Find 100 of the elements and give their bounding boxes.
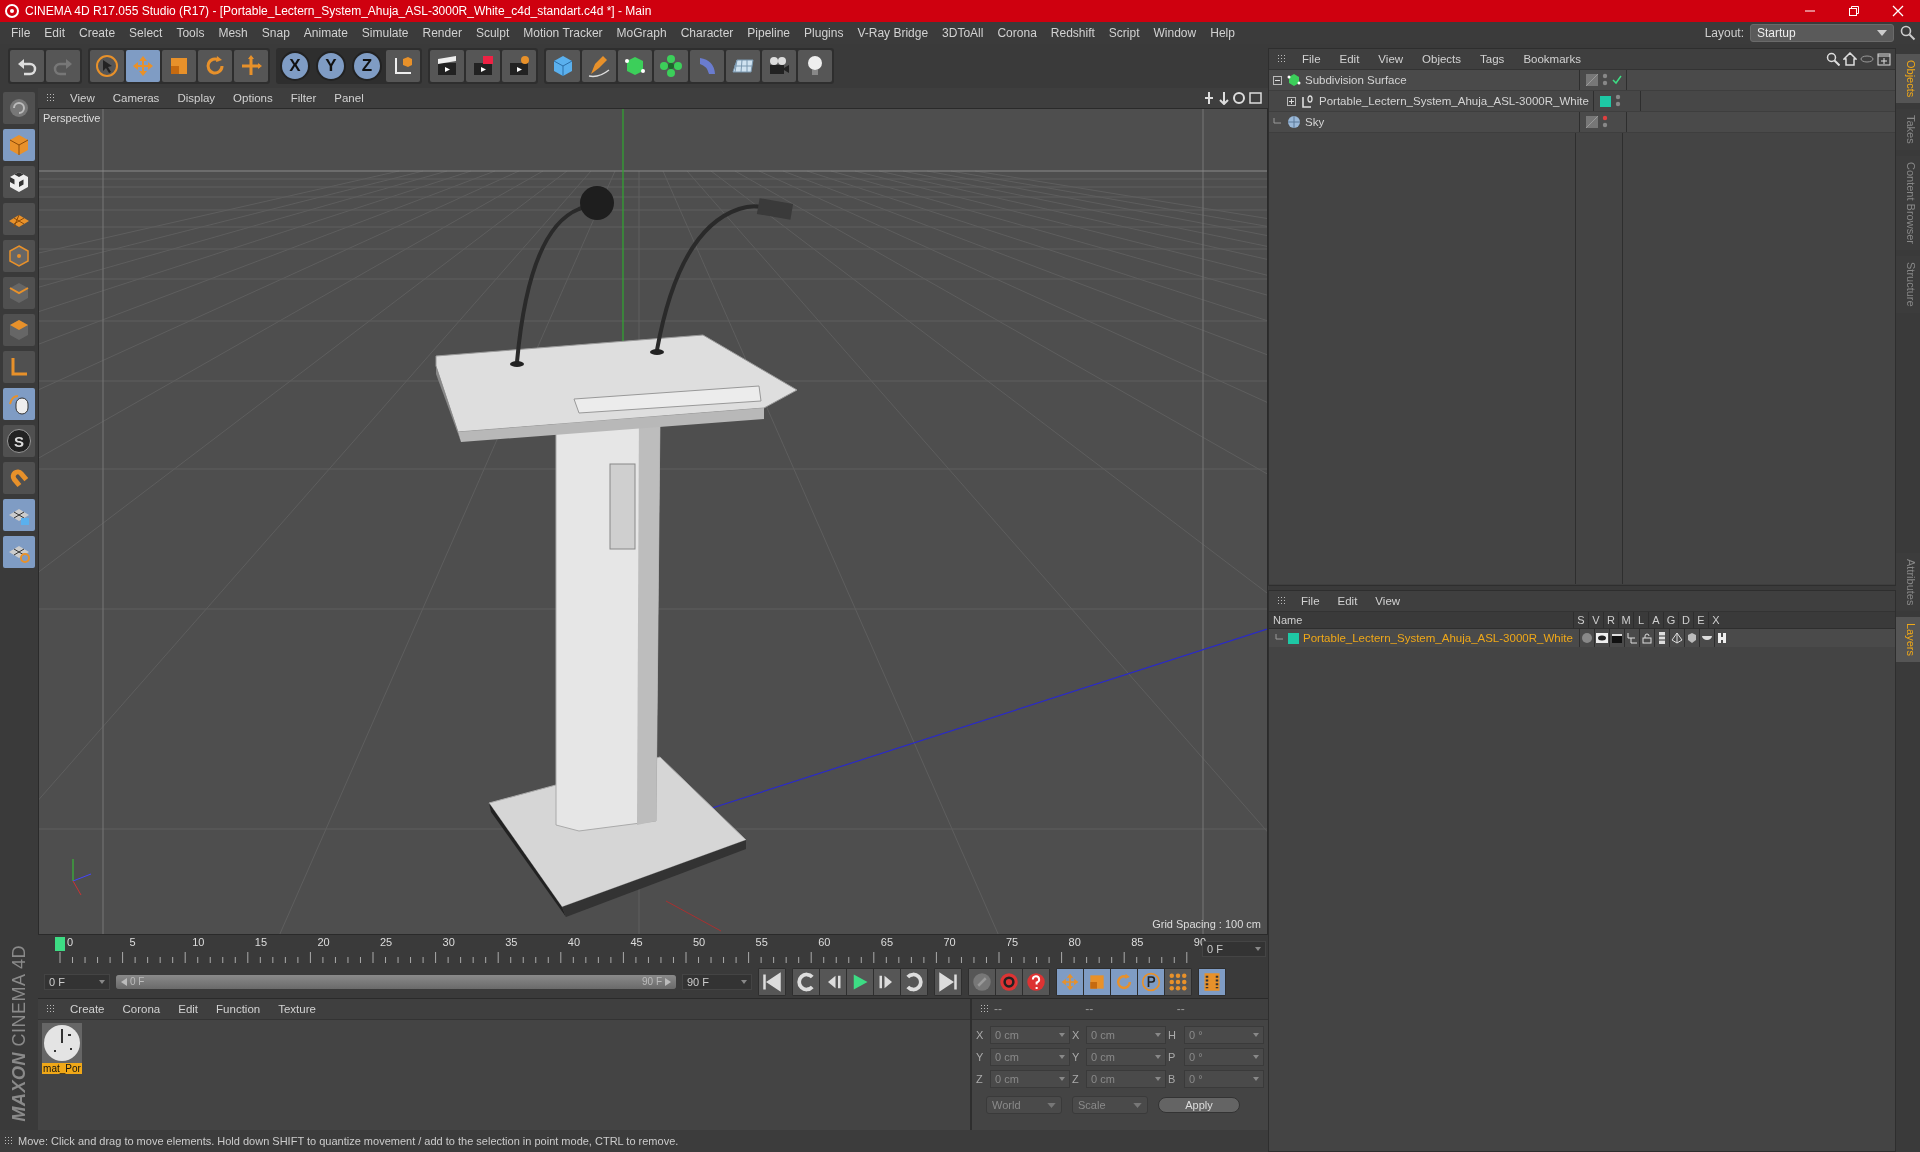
visibility-dots-icon[interactable]	[1602, 115, 1608, 129]
viewport-menu-item[interactable]: Cameras	[104, 92, 168, 104]
search-icon[interactable]	[1826, 52, 1840, 66]
snap-workplane-button[interactable]	[3, 536, 35, 568]
cloner-button[interactable]	[654, 50, 688, 82]
object-name[interactable]: Sky	[1305, 116, 1325, 128]
help-button[interactable]	[1023, 968, 1049, 995]
end-frame-field[interactable]: 90 F	[682, 973, 752, 990]
rotate-tool-button[interactable]	[198, 50, 232, 82]
menu-item[interactable]: Help	[1203, 26, 1242, 40]
eye-icon[interactable]	[1595, 632, 1609, 644]
menu-item[interactable]: Redshift	[1043, 26, 1102, 40]
start-frame-field[interactable]: 0 F	[44, 973, 110, 990]
axis-lock-button[interactable]: Z	[352, 51, 382, 81]
playhead-marker[interactable]	[55, 937, 65, 951]
tweak-mode-button[interactable]	[3, 388, 35, 420]
previous-frame-button[interactable]	[820, 968, 846, 995]
object-manager-menu-item[interactable]: Objects	[1414, 53, 1470, 65]
camera-button[interactable]	[762, 50, 796, 82]
magnet-tool-button[interactable]	[3, 462, 35, 494]
layer-manager-menu-item[interactable]: View	[1367, 595, 1409, 607]
pen-tool-button[interactable]	[582, 50, 616, 82]
go-to-end-button[interactable]	[935, 968, 961, 995]
subdivision-button[interactable]	[618, 50, 652, 82]
key-parameter-button[interactable]	[1138, 968, 1164, 995]
3d-viewport[interactable]: Perspective Grid Spacing : 100 cm	[38, 108, 1268, 935]
menu-item[interactable]: Animate	[296, 26, 355, 40]
viewport-menu-item[interactable]: Filter	[282, 92, 325, 104]
menu-item[interactable]: Tools	[169, 26, 212, 40]
hierarchy-icon[interactable]	[1626, 632, 1638, 644]
object-manager-menu-item[interactable]: File	[1294, 53, 1329, 65]
search-icon[interactable]	[1900, 25, 1916, 41]
object-name[interactable]: Portable_Lectern_System_Ahuja_ASL-3000R_White	[1319, 95, 1589, 107]
layout-dropdown[interactable]: Startup	[1750, 24, 1894, 42]
new-panel-icon[interactable]	[1877, 52, 1891, 66]
lock-workplane-button[interactable]	[3, 499, 35, 531]
menu-item[interactable]: Create	[72, 26, 123, 40]
menu-item[interactable]: File	[4, 26, 38, 40]
render-view-button[interactable]	[430, 50, 464, 82]
play-button[interactable]	[847, 968, 873, 995]
menu-item[interactable]: 3DToAll	[935, 26, 991, 40]
visibility-dots-icon[interactable]	[1615, 94, 1621, 108]
key-position-button[interactable]	[1057, 968, 1083, 995]
current-frame-field[interactable]: 0 F	[1202, 941, 1266, 957]
sculpt-button[interactable]: S	[3, 425, 35, 457]
viewport-navigation-icon[interactable]	[1204, 91, 1264, 105]
deformer-icon[interactable]	[1686, 632, 1698, 644]
key-point-level-button[interactable]	[1165, 968, 1191, 995]
object-manager-menu-item[interactable]: View	[1370, 53, 1412, 65]
menu-item[interactable]: Mesh	[211, 26, 255, 40]
expand-toggle-icon[interactable]	[1287, 96, 1297, 106]
side-tab[interactable]: Objects	[1896, 54, 1920, 104]
viewport-menu-item[interactable]: View	[62, 92, 103, 104]
menu-item[interactable]: Render	[415, 26, 469, 40]
clapper-icon[interactable]	[1611, 632, 1623, 644]
lock-icon[interactable]	[1641, 632, 1653, 644]
undo-button[interactable]	[10, 50, 44, 82]
layer-manager-menu-item[interactable]: Edit	[1329, 595, 1366, 607]
menu-item[interactable]: Sculpt	[468, 26, 517, 40]
object-name[interactable]: Subdivision Surface	[1305, 74, 1407, 86]
generator-icon[interactable]	[1716, 632, 1728, 644]
undo-view-button[interactable]	[3, 92, 35, 124]
menu-item[interactable]: Script	[1101, 26, 1147, 40]
menu-item[interactable]: Simulate	[354, 26, 416, 40]
material-menu-item[interactable]: Function	[208, 1003, 269, 1015]
menu-item[interactable]: Edit	[37, 26, 73, 40]
side-tab[interactable]: Layers	[1896, 617, 1920, 663]
home-icon[interactable]	[1843, 52, 1857, 66]
film-strip-icon[interactable]	[1658, 632, 1666, 644]
material-menu-item[interactable]: Corona	[114, 1003, 169, 1015]
axis-mode-button[interactable]	[3, 351, 35, 383]
workplane-button[interactable]	[3, 203, 35, 235]
object-manager-menu-item[interactable]: Bookmarks	[1515, 53, 1589, 65]
layer-color-swatch[interactable]	[1600, 95, 1611, 107]
go-to-start-button[interactable]	[759, 968, 785, 995]
light-button[interactable]	[798, 50, 832, 82]
solo-dot-icon[interactable]	[1581, 632, 1593, 644]
key-rotation-button[interactable]	[1111, 968, 1137, 995]
layer-manager-menu-item[interactable]: File	[1293, 595, 1328, 607]
render-settings-button[interactable]	[502, 50, 536, 82]
object-manager-menu-item[interactable]: Edit	[1331, 53, 1368, 65]
menu-item[interactable]: MoGraph	[609, 26, 674, 40]
menu-item[interactable]: Motion Tracker	[516, 26, 610, 40]
render-picture-viewer-button[interactable]	[466, 50, 500, 82]
menu-item[interactable]: Corona	[990, 26, 1044, 40]
menu-item[interactable]: Select	[122, 26, 170, 40]
points-mode-button[interactable]	[3, 240, 35, 272]
floor-button[interactable]	[726, 50, 760, 82]
material-menu-item[interactable]: Edit	[170, 1003, 207, 1015]
check-icon[interactable]	[1612, 75, 1622, 85]
menu-item[interactable]: Plugins	[797, 26, 851, 40]
axis-lock-button[interactable]: X	[280, 51, 310, 81]
menu-item[interactable]: V-Ray Bridge	[850, 26, 936, 40]
material-swatch[interactable]: mat_Por	[40, 1023, 84, 1074]
next-key-button[interactable]	[901, 968, 927, 995]
coordinate-system-button[interactable]	[386, 50, 420, 82]
autokey-button[interactable]	[996, 968, 1022, 995]
viewport-menu-item[interactable]: Panel	[326, 92, 372, 104]
collapse-toggle-icon[interactable]	[1273, 75, 1283, 85]
previous-key-button[interactable]	[793, 968, 819, 995]
